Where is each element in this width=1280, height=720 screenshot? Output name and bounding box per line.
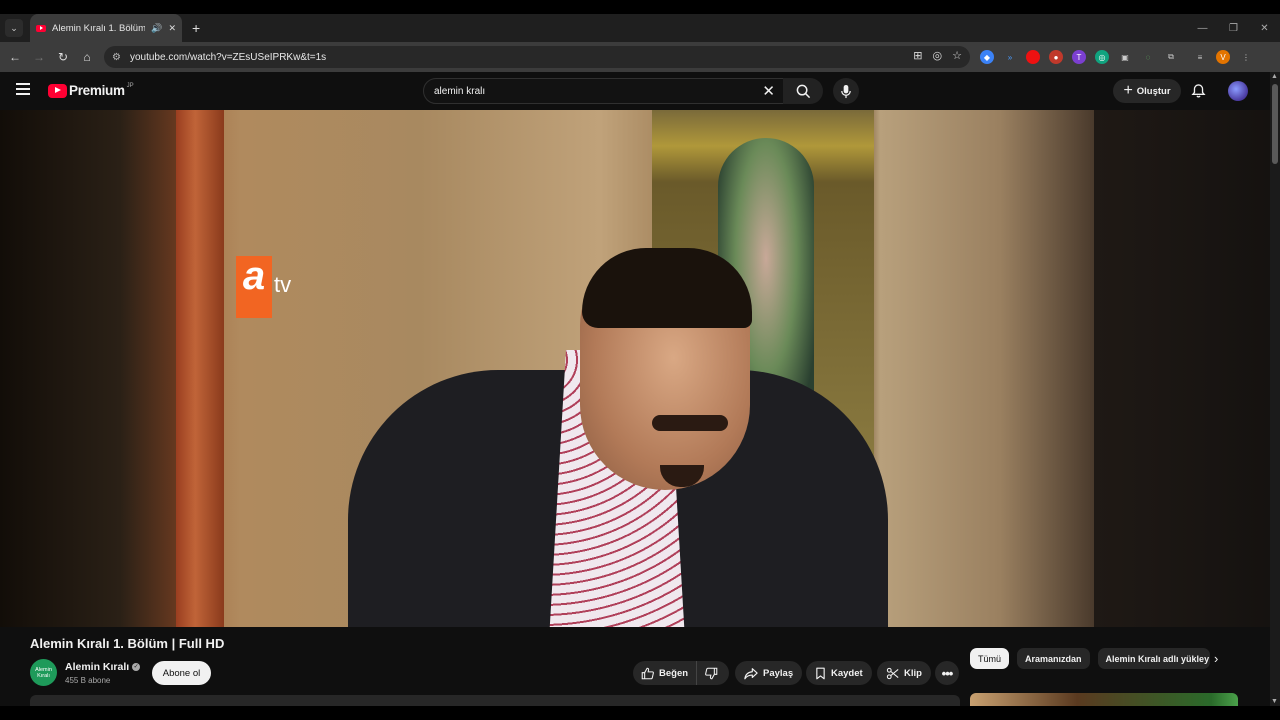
audio-playing-icon[interactable]: 🔊 (151, 23, 162, 34)
url-text: youtube.com/watch?v=ZEsUSeIPRKw&t=1s (129, 51, 327, 63)
video-title: Alemin Kıralı 1. Bölüm | Full HD (30, 636, 225, 651)
extension-red-icon[interactable]: ● (1049, 50, 1063, 64)
browser-menu-icon[interactable]: ⋮ (1239, 50, 1253, 64)
tab-search-button[interactable]: ⌄ (5, 19, 23, 37)
extensions-area: ◆ » ● T ◎ ▣ ◌ ⧉ ≡ V ⋮ (980, 50, 1253, 64)
description-box[interactable] (30, 695, 960, 706)
tracking-eye-off-icon[interactable]: ◎ (933, 49, 943, 62)
search-query-text: alemin kralı (434, 85, 486, 97)
channel-avatar[interactable]: Alemin Kıralı (30, 659, 57, 686)
chips-next-chevron-icon[interactable]: › (1214, 651, 1218, 666)
search-icon (796, 84, 810, 98)
video-player[interactable]: a tv (0, 110, 1270, 627)
page-scrollbar[interactable]: ▲ ▼ (1270, 72, 1280, 706)
install-app-icon[interactable]: ⊞ (913, 49, 922, 62)
more-actions-button[interactable]: ••• (935, 661, 959, 685)
scroll-down-icon[interactable]: ▼ (1271, 698, 1278, 705)
reload-icon[interactable]: ↻ (51, 50, 75, 64)
thumbs-up-icon (641, 667, 654, 679)
close-window-icon[interactable]: ✕ (1249, 23, 1280, 34)
youtube-header: Premium JP alemin kralı ✕ + Oluştur (0, 72, 1270, 110)
youtube-play-logo-icon (48, 83, 67, 98)
create-label: Oluştur (1136, 85, 1171, 97)
clear-search-icon[interactable]: ✕ (762, 82, 775, 100)
extension-chatgpt-icon[interactable]: ◎ (1095, 50, 1109, 64)
subscriber-count: 455 B abone (65, 676, 111, 685)
restore-icon[interactable]: ❐ (1218, 23, 1249, 34)
logo-region: JP (126, 82, 134, 89)
minimize-icon[interactable]: — (1187, 23, 1218, 34)
scrollbar-thumb[interactable] (1272, 84, 1278, 164)
chip-from-uploader[interactable]: Alemin Kıralı adlı yükley (1097, 648, 1210, 669)
like-dislike-group: Beğen (633, 661, 729, 685)
extension-teams-icon[interactable]: T (1072, 50, 1086, 64)
verified-check-icon: ✓ (132, 663, 141, 672)
clip-button[interactable]: Klip (877, 661, 931, 685)
hamburger-menu-icon[interactable] (16, 83, 30, 95)
browser-tab-active[interactable]: Alemin Kıralı 1. Bölüm | Full HD 🔊 ✕ (30, 14, 182, 42)
browser-profile-avatar[interactable]: V (1216, 50, 1230, 64)
media-controls-icon[interactable]: ≡ (1193, 50, 1207, 64)
address-bar[interactable]: ⚙ youtube.com/watch?v=ZEsUSeIPRKw&t=1s ⊞… (104, 46, 970, 68)
forward-icon[interactable]: → (27, 50, 51, 64)
channel-name[interactable]: Alemin Kıralı (65, 661, 129, 673)
extension-circle-icon[interactable]: ◌ (1141, 50, 1155, 64)
search-input[interactable]: alemin kralı ✕ (423, 78, 784, 104)
scissors-icon (886, 667, 899, 679)
extension-shield-icon[interactable]: ◆ (980, 50, 994, 64)
share-label: Paylaş (763, 667, 794, 679)
tab-close-icon[interactable]: ✕ (168, 23, 176, 34)
video-frame-person-mustache (652, 415, 728, 431)
save-button[interactable]: Kaydet (806, 661, 872, 685)
like-label: Beğen (659, 667, 689, 679)
notifications-bell-icon[interactable] (1191, 83, 1206, 104)
extensions-puzzle-icon[interactable]: ⧉ (1164, 50, 1178, 64)
account-avatar[interactable] (1228, 81, 1248, 101)
plus-icon: + (1123, 82, 1133, 99)
video-frame-curtain (176, 110, 224, 627)
site-info-icon[interactable]: ⚙ (112, 52, 121, 63)
browser-toolbar: ← → ↻ ⌂ ⚙ youtube.com/watch?v=ZEsUSeIPRK… (0, 42, 1280, 72)
scroll-up-icon[interactable]: ▲ (1271, 73, 1278, 80)
search-button[interactable] (783, 78, 823, 104)
share-button[interactable]: Paylaş (735, 661, 803, 685)
atv-logo-tv: tv (274, 272, 292, 297)
tab-title: Alemin Kıralı 1. Bölüm | Full HD (52, 22, 146, 34)
back-icon[interactable]: ← (3, 50, 27, 64)
window-controls: — ❐ ✕ (1187, 14, 1280, 42)
channel-avatar-text: Alemin Kıralı (35, 666, 52, 679)
share-arrow-icon (744, 667, 758, 679)
browser-tab-strip: ⌄ Alemin Kıralı 1. Bölüm | Full HD 🔊 ✕ +… (0, 14, 1280, 42)
like-button[interactable]: Beğen (633, 661, 698, 685)
logo-text: Premium (69, 83, 125, 98)
atv-logo-mark: a (236, 256, 272, 318)
youtube-favicon-icon (36, 24, 46, 32)
atv-watermark-logo: a tv (236, 256, 291, 318)
chip-from-search[interactable]: Aramanızdan (1017, 648, 1090, 669)
save-label: Kaydet (831, 667, 863, 679)
new-tab-button[interactable]: + (192, 20, 200, 36)
dislike-button[interactable] (697, 661, 731, 685)
youtube-premium-logo[interactable]: Premium JP (48, 83, 134, 98)
related-video-thumbnail[interactable] (970, 693, 1238, 706)
subscribe-button[interactable]: Abone ol (152, 661, 211, 685)
create-button[interactable]: + Oluştur (1113, 79, 1181, 103)
clip-label: Klip (904, 667, 922, 679)
extension-audio-icon[interactable]: » (1003, 50, 1017, 64)
bookmark-icon (816, 667, 825, 679)
home-icon[interactable]: ⌂ (75, 50, 99, 64)
chip-all[interactable]: Tümü (970, 648, 1010, 669)
more-horizontal-icon: ••• (941, 665, 954, 681)
video-frame-person-hair (582, 248, 752, 328)
browser-top-bar (0, 0, 1280, 14)
channel-name-row[interactable]: Alemin Kıralı ✓ (65, 661, 141, 673)
microphone-icon (841, 84, 851, 98)
thumbs-down-icon (705, 667, 718, 679)
extension-record-icon[interactable] (1026, 50, 1040, 64)
related-filter-chips: Tümü Aramanızdan Alemin Kıralı adlı yükl… (970, 648, 1210, 669)
voice-search-button[interactable] (833, 78, 859, 104)
bookmark-star-icon[interactable]: ☆ (952, 49, 962, 62)
extension-box-icon[interactable]: ▣ (1118, 50, 1132, 64)
screen-bottom-bar (0, 706, 1280, 720)
